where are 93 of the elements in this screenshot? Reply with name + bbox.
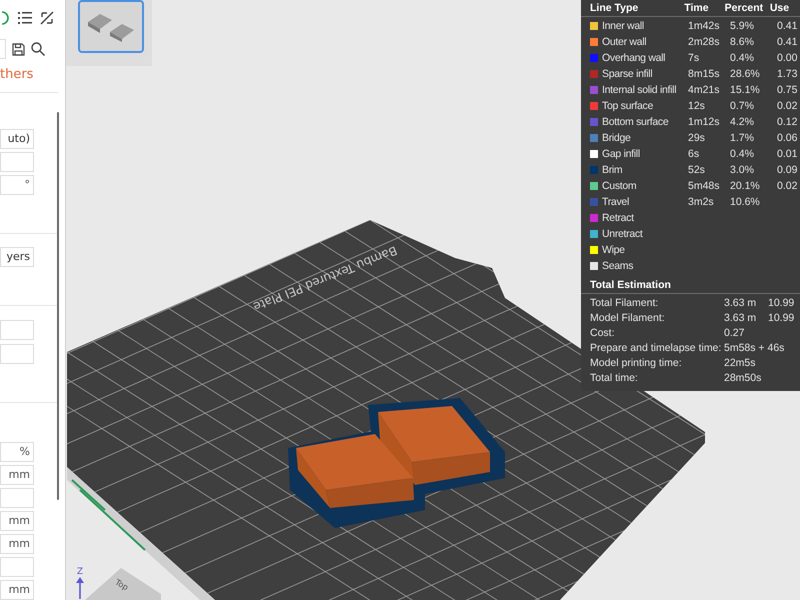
line-type-name: Bottom surface [602, 115, 668, 130]
total-label: Cost: [590, 326, 615, 338]
total-label: Prepare and timelapse time: [590, 342, 722, 354]
input-field[interactable]: ° [0, 175, 34, 195]
time-value: 52s [688, 163, 706, 178]
save-icon[interactable] [12, 42, 25, 56]
column-header: Line Type [590, 1, 640, 16]
scrollbar[interactable] [57, 112, 59, 500]
line-type-name: Top surface [602, 99, 653, 114]
column-header: Percent [724, 1, 764, 16]
total-value: 28m50s [724, 372, 762, 384]
line-type-name: Retract [602, 211, 634, 226]
z-axis: Z [76, 567, 84, 599]
percent-value: 0.4% [730, 147, 755, 162]
total-label: Total Filament: [590, 296, 658, 308]
plate-thumbnail[interactable] [78, 0, 144, 53]
input-field[interactable] [0, 488, 34, 508]
time-value: 2m28s [688, 35, 721, 50]
time-value: 8m15s [688, 67, 721, 82]
total-label: Model printing time: [590, 356, 682, 368]
used-value: 0.02 [777, 99, 798, 114]
used-value: 1.73 [777, 67, 798, 82]
used-value: 0.02 [777, 179, 798, 194]
percent-value: 28.6% [730, 67, 761, 82]
input-field[interactable]: mm [0, 534, 34, 554]
input-field[interactable]: mm [0, 511, 34, 531]
time-value: 6s [688, 147, 700, 162]
time-value: 1m12s [688, 115, 721, 130]
percent-value: 3.0% [730, 163, 755, 178]
total-value: 0.27 [724, 326, 744, 338]
time-value: 7s [688, 51, 700, 66]
used-value: 0.41 [777, 35, 798, 50]
input-field[interactable] [0, 152, 34, 172]
line-type-name: Bridge [602, 131, 631, 146]
total-weight: 10.99 [768, 296, 794, 310]
total-label: Total time: [590, 372, 638, 384]
line-type-name: Brim [602, 163, 622, 178]
section-title: Total Estimation [581, 277, 800, 294]
time-value: 1m42s [688, 19, 721, 34]
input-field[interactable] [0, 39, 6, 59]
line-type-name: Seams [602, 259, 634, 274]
used-value: 0.41 [777, 19, 798, 34]
used-value: 0.75 [777, 83, 798, 98]
line-type-name: Gap infill [602, 147, 640, 162]
total-value: 3.63 m [724, 312, 756, 324]
column-header: Time [684, 1, 710, 16]
time-value: 3m2s [688, 195, 715, 210]
line-type-name: Internal solid infill [602, 83, 676, 98]
used-value: 0.06 [777, 131, 798, 146]
total-weight: 10.99 [768, 310, 794, 326]
line-type-name: Outer wall [602, 35, 646, 50]
used-value: 0.09 [777, 163, 798, 178]
percent-value: 0.4% [730, 51, 755, 66]
input-field[interactable]: yers [0, 247, 34, 267]
time-value: 29s [688, 131, 706, 146]
used-value: 0.01 [777, 147, 798, 162]
total-value: 5m58s + 46s [724, 342, 784, 354]
models-icon [86, 12, 136, 42]
input-field[interactable]: mm [0, 580, 34, 600]
percent-value: 15.1% [730, 83, 761, 98]
view-cube[interactable]: Top [85, 568, 161, 600]
percent-value: 0.7% [730, 99, 755, 114]
column-header: Use [770, 1, 790, 16]
input-field[interactable]: uto) [0, 129, 34, 149]
line-type-name: Unretract [602, 227, 642, 242]
percent-value: 5.9% [730, 19, 755, 34]
search-icon[interactable] [31, 42, 45, 56]
percent-value: 4.2% [730, 115, 755, 130]
input-field[interactable] [0, 344, 34, 364]
line-type-name: Custom [602, 179, 636, 194]
input-field[interactable]: mm [0, 465, 34, 485]
percent-value: 10.6% [730, 195, 761, 210]
line-type-name: Travel [602, 195, 629, 210]
percent-value: 20.1% [730, 179, 761, 194]
total-value: 3.63 m [724, 296, 756, 308]
line-type-name: Wipe [602, 243, 625, 258]
percent-value: 1.7% [730, 131, 755, 146]
line-type-name: Overhang wall [602, 51, 666, 66]
time-value: 4m21s [688, 83, 721, 98]
used-value: 0.00 [777, 51, 798, 66]
line-type-name: Sparse infill [602, 67, 652, 82]
input-field[interactable] [0, 320, 34, 340]
list-icon[interactable] [18, 12, 32, 24]
input-field[interactable]: % [0, 442, 34, 462]
line-type-name: Inner wall [602, 19, 644, 34]
time-value: 5m48s [688, 179, 721, 194]
used-value: 0.12 [777, 115, 798, 130]
time-value: 12s [688, 99, 706, 114]
input-field[interactable] [0, 557, 34, 577]
total-value: 22m5s [724, 356, 756, 368]
percent-value: 8.6% [730, 35, 755, 50]
total-label: Model Filament: [590, 312, 665, 324]
arrows-cross-icon[interactable] [40, 11, 54, 25]
